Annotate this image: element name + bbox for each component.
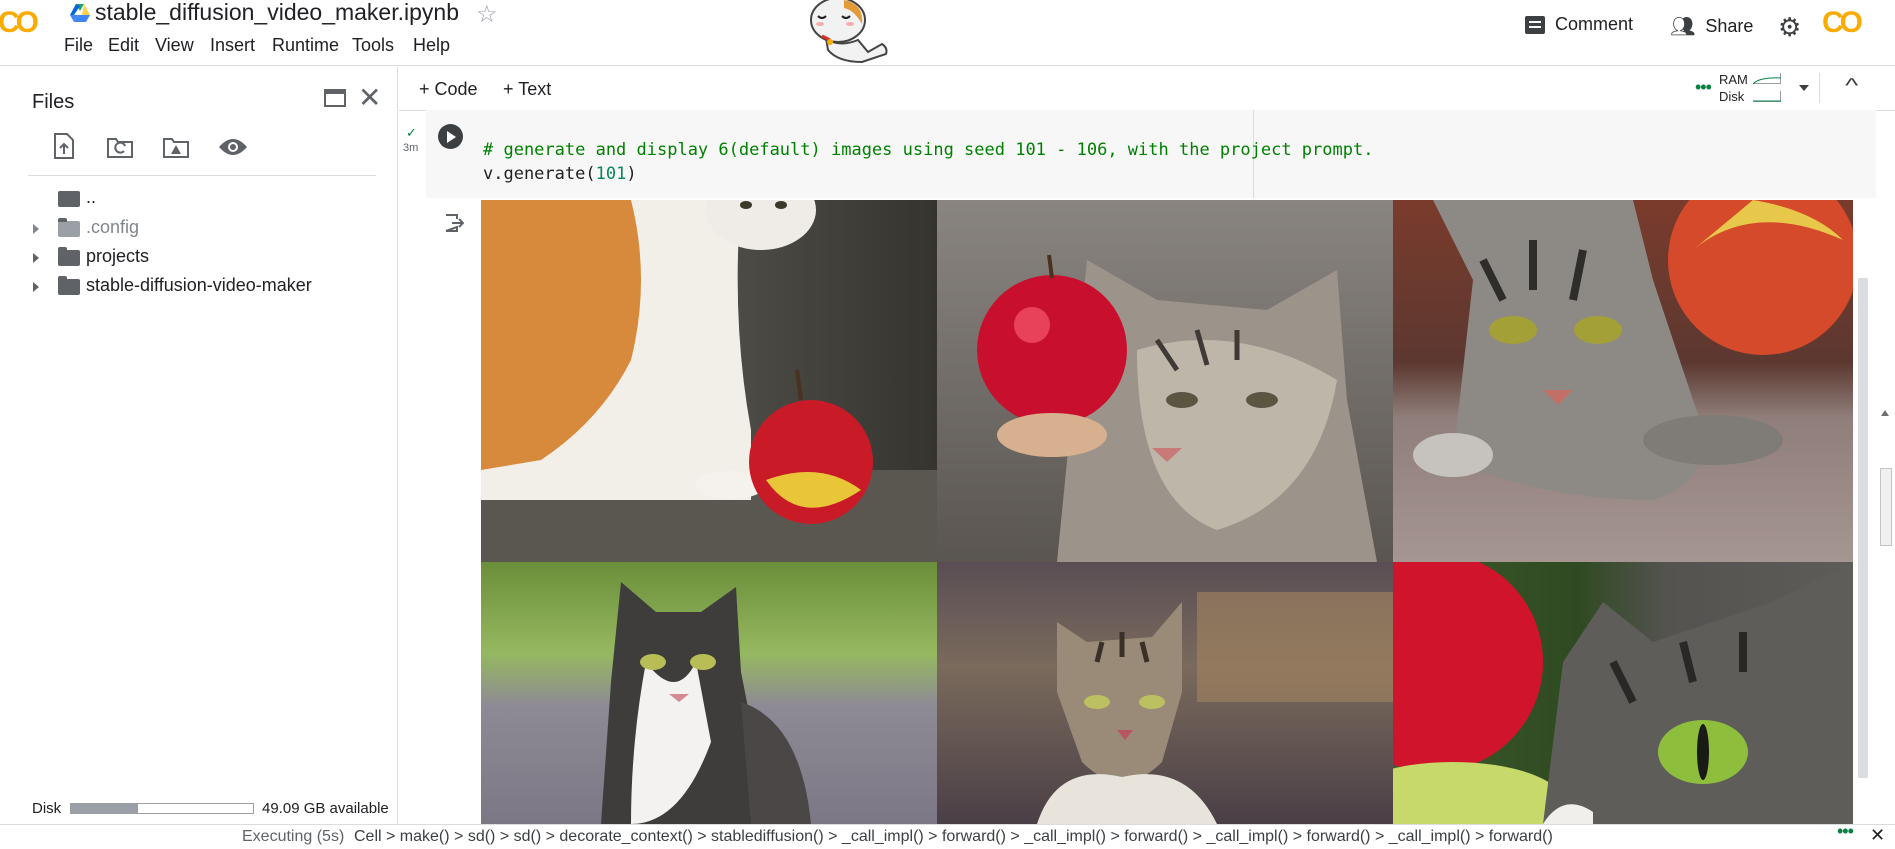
tree-item-config[interactable]: .config [0,215,390,243]
menu-runtime[interactable]: Runtime [272,35,339,56]
expand-caret-icon[interactable] [33,282,39,292]
show-hidden-files-eye-icon[interactable] [218,137,248,162]
status-dots-icon[interactable]: ••• [1837,821,1854,842]
open-in-tab-icon[interactable] [324,89,346,107]
page-scrollbar-thumb[interactable] [1880,468,1892,546]
collapse-header-chevron-up-icon[interactable]: ^ [1845,75,1858,98]
close-status-icon[interactable]: ✕ [1870,825,1885,846]
code-comment-line: # generate and display 6(default) images… [483,140,1374,160]
share-label: Share [1705,16,1754,36]
tree-item-label: stable-diffusion-video-maker [86,275,312,295]
people-icon: 👥︎ [1670,16,1696,38]
star-icon[interactable]: ☆ [476,0,498,29]
execution-trace: Cell > make() > sd() > sd() > decorate_c… [354,828,1553,845]
menu-tools[interactable]: Tools [352,35,394,56]
share-button[interactable]: 👥︎ Share [1670,14,1753,39]
menu-insert[interactable]: Insert [210,35,255,56]
folder-up-icon [58,191,80,207]
output-image-grid [481,200,1853,824]
tree-item-label: .. [86,187,97,207]
tree-item-stable-diffusion-video-maker[interactable]: stable-diffusion-video-maker [0,273,390,301]
code-call: v.generate( [483,164,596,184]
executed-check-icon: ✓ [406,125,417,140]
notebook-toolbar: + Code + Text ••• RAM Disk ^ [399,67,1895,111]
add-text-cell-button[interactable]: + Text [503,79,551,100]
cat-apple-image-1 [481,200,937,562]
disk-usage-bar [70,803,254,814]
divider [28,175,376,176]
settings-gear-icon[interactable]: ⚙ [1778,12,1801,43]
files-panel-title: Files [32,91,75,113]
tree-item-label: projects [86,246,150,266]
cat-apple-image-5 [937,562,1393,824]
folder-icon [58,276,80,295]
add-code-cell-button[interactable]: + Code [419,79,478,100]
ram-sparkline-icon [1752,73,1782,85]
cat-mascot-icon [798,0,894,69]
tree-item-projects[interactable]: projects [0,244,390,272]
upload-file-icon[interactable] [52,133,76,164]
divider [1819,73,1820,103]
ram-label: RAM [1719,72,1748,87]
menu-file[interactable]: File [64,35,93,56]
disk-label: Disk [32,800,62,817]
tree-item-parent[interactable]: .. [0,185,390,213]
status-bar: Executing (5s) Cell > make() > sd() > sd… [0,821,1895,849]
files-panel: Files ✕ .. .config projects stable-diffu… [0,67,398,824]
cat-apple-image-3 [1393,200,1853,562]
expand-caret-icon[interactable] [33,224,39,234]
disk-usage-fill [71,804,139,813]
connected-status-icon[interactable]: ••• [1695,78,1712,96]
tree-item-label: .config [86,217,140,237]
drive-icon [70,4,90,27]
header-bar: CO stable_diffusion_video_maker.ipynb ☆ … [0,0,1895,66]
menu-help[interactable]: Help [413,35,450,56]
expand-caret-icon[interactable] [33,253,39,263]
folder-icon [58,218,80,237]
disk-label-toolbar: Disk [1719,89,1745,104]
notebook-title[interactable]: stable_diffusion_video_maker.ipynb [95,0,459,26]
runtime-dropdown-chevron-icon[interactable] [1799,85,1809,91]
cat-apple-image-6 [1393,562,1853,824]
refresh-folder-icon[interactable] [106,135,134,164]
disk-sparkline-icon [1753,91,1781,102]
scroll-up-arrow-icon[interactable] [1881,410,1889,416]
menu-view[interactable]: View [155,35,194,56]
code-close-paren: ) [626,164,637,184]
output-scrollbar[interactable] [1858,278,1868,778]
output-actions-icon[interactable] [444,213,465,238]
code-cell[interactable]: # generate and display 6(default) images… [426,110,1876,198]
code-number: 101 [595,164,627,184]
exec-time: 3m [403,142,419,154]
menu-edit[interactable]: Edit [108,35,139,56]
comment-button[interactable]: Comment [1525,14,1633,35]
disk-available-text: 49.09 GB available [262,800,389,817]
executing-status: Executing (5s) [242,828,345,845]
code-line: v.generate(101) [483,164,637,184]
account-logo[interactable]: CO [1822,6,1863,40]
cat-apple-image-2 [937,200,1393,562]
close-icon[interactable]: ✕ [358,81,381,114]
mount-drive-icon[interactable] [162,135,190,164]
comment-icon [1525,15,1545,34]
colab-logo[interactable]: CO [0,6,39,40]
cat-apple-image-4 [481,562,937,824]
resources-indicator[interactable]: RAM Disk [1719,71,1748,105]
run-cell-play-icon[interactable] [438,124,463,149]
folder-icon [58,247,80,266]
comment-label: Comment [1555,14,1634,34]
